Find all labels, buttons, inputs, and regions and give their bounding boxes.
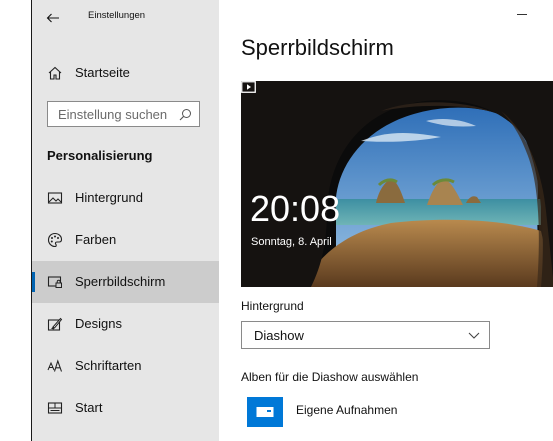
sidebar-item-farben[interactable]: Farben: [32, 219, 219, 261]
sidebar-item-sperrbildschirm[interactable]: Sperrbildschirm: [32, 261, 219, 303]
sidebar-item-label: Hintergrund: [75, 190, 143, 205]
home-icon: [48, 66, 62, 80]
preview-date: Sonntag, 8. April: [251, 236, 332, 248]
sidebar-item-label: Designs: [75, 316, 122, 331]
background-dropdown[interactable]: Diashow: [241, 321, 490, 349]
brush-icon: [47, 317, 63, 331]
window-title: Einstellungen: [88, 10, 146, 21]
font-icon: [47, 359, 63, 372]
sidebar-item-label: Sperrbildschirm: [75, 274, 166, 289]
preview-time: 20:08: [250, 188, 341, 229]
title-bar: Einstellungen: [32, 0, 219, 40]
sidebar-item-hintergrund[interactable]: Hintergrund: [32, 177, 219, 219]
section-heading: Personalisierung: [47, 148, 153, 163]
sidebar-item-start[interactable]: Start: [32, 387, 219, 429]
sidebar-item-label: Start: [75, 400, 103, 415]
back-arrow-icon: [46, 13, 59, 23]
dropdown-value: Diashow: [254, 328, 304, 343]
lock-screen-preview: 20:08 Sonntag, 8. April: [241, 81, 553, 287]
sidebar-item-label: Startseite: [75, 65, 130, 80]
album-tile: [247, 397, 283, 427]
settings-window: Einstellungen Startseite Personalisierun…: [31, 0, 553, 441]
background-label: Hintergrund: [241, 299, 304, 313]
main-content: Sperrbildschirm 20:08 Sonntag, 8. April …: [219, 0, 553, 441]
sidebar-item-label: Schriftarten: [75, 358, 142, 373]
chevron-down-icon: [468, 332, 480, 339]
search-box: [47, 101, 200, 127]
sidebar-item-designs[interactable]: Designs: [32, 303, 219, 345]
slideshow-icon: [241, 81, 256, 93]
page-title: Sperrbildschirm: [241, 35, 394, 60]
start-icon: [47, 402, 63, 414]
album-label: Alben für die Diashow auswählen: [241, 370, 419, 384]
picture-icon: [47, 192, 63, 204]
search-icon[interactable]: [179, 108, 192, 121]
sidebar-item-schriftarten[interactable]: Schriftarten: [32, 345, 219, 387]
sidebar: Einstellungen Startseite Personalisierun…: [32, 0, 219, 441]
palette-icon: [47, 232, 63, 248]
album-name: Eigene Aufnahmen: [296, 403, 398, 417]
search-input[interactable]: [48, 102, 178, 126]
preview-image: [241, 81, 553, 287]
sidebar-item-label: Farben: [75, 232, 117, 247]
album-item[interactable]: Eigene Aufnahmen: [247, 394, 447, 430]
sidebar-item-home[interactable]: Startseite: [32, 52, 219, 94]
back-button[interactable]: [42, 8, 66, 32]
minimize-button[interactable]: [517, 14, 527, 15]
active-indicator: [32, 272, 35, 292]
folder-icon: [256, 407, 274, 417]
lock-screen-icon: [47, 276, 62, 288]
